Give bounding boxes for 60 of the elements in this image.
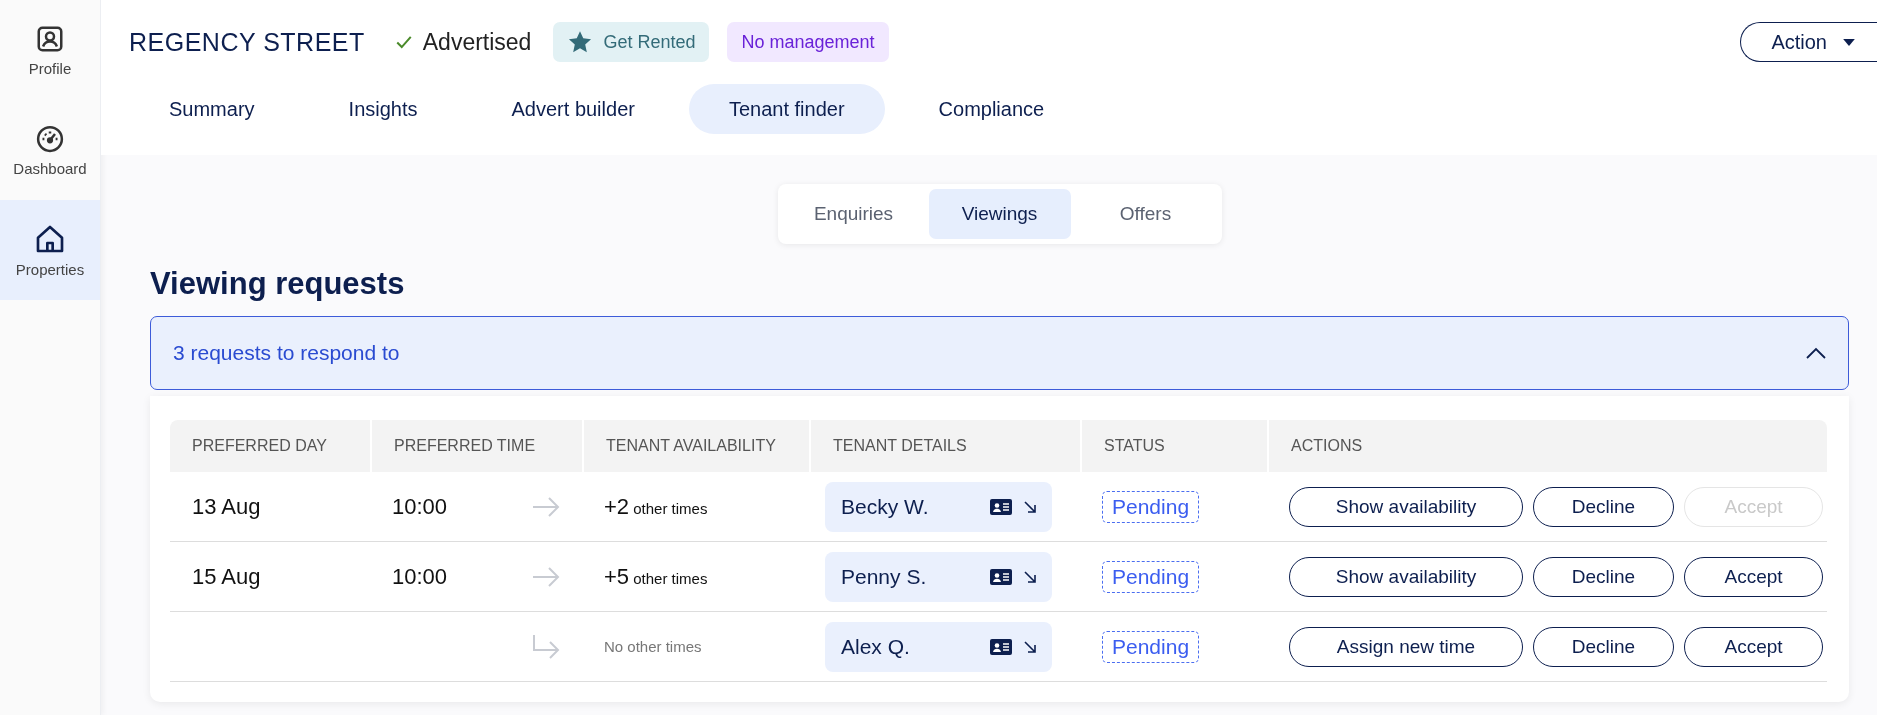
column-header: PREFERRED DAY xyxy=(170,420,370,472)
status-badge: Pending xyxy=(1102,560,1200,593)
availability-text: +5 other times xyxy=(604,563,708,590)
column-header: ACTIONS xyxy=(1267,420,1827,472)
id-card-icon xyxy=(990,568,1012,585)
column-header: TENANT DETAILS xyxy=(809,420,1080,472)
action-button[interactable]: Decline xyxy=(1533,486,1674,527)
tenant-chip[interactable]: Alex Q. xyxy=(825,621,1052,672)
action-button[interactable]: Accept xyxy=(1684,556,1823,597)
badge-label: Get Rented xyxy=(603,31,696,53)
action-button[interactable]: Decline xyxy=(1533,626,1674,667)
availability-text: +2 other times xyxy=(604,493,708,520)
tenant-name: Penny S. xyxy=(841,564,928,589)
id-card-icon xyxy=(990,638,1012,655)
arrow-icon xyxy=(1024,640,1036,653)
time-cell: 10:00 xyxy=(392,563,448,590)
arrow-icon xyxy=(1024,570,1036,583)
sidebar-item[interactable]: Dashboard xyxy=(0,100,100,200)
sidebar-item[interactable]: Profile xyxy=(0,0,100,100)
gauge-icon xyxy=(35,123,65,154)
arrow-icon xyxy=(532,566,560,587)
arrow-icon xyxy=(1024,500,1036,513)
segment-tab[interactable]: Viewings xyxy=(928,189,1071,239)
tab[interactable]: Summary xyxy=(129,84,295,134)
status-badge: Pending xyxy=(1102,490,1200,523)
return-arrow-icon xyxy=(532,634,560,659)
tenant-name: Alex Q. xyxy=(841,634,911,659)
sidebar-item[interactable]: Properties xyxy=(0,200,100,300)
action-button[interactable]: Assign new time xyxy=(1289,626,1523,667)
action-button[interactable]: Accept xyxy=(1684,626,1823,667)
caret-icon xyxy=(1843,38,1855,46)
tab[interactable]: Tenant finder xyxy=(688,84,885,134)
time-cell: 10:00 xyxy=(392,493,448,520)
status-text: Advertised xyxy=(422,28,532,56)
column-header: PREFERRED TIME xyxy=(370,420,582,472)
action-button[interactable]: Show availability xyxy=(1289,556,1523,597)
action-button[interactable]: Action xyxy=(1740,22,1877,62)
section-heading: Viewing requests xyxy=(150,266,406,302)
action-button[interactable]: Show availability xyxy=(1289,486,1523,527)
management-badge: No management xyxy=(727,22,889,62)
tenant-chip[interactable]: Penny S. xyxy=(825,551,1052,602)
tab[interactable]: Insights xyxy=(308,84,458,134)
column-header: TENANT AVAILABILITY xyxy=(582,420,809,472)
accordion-title: 3 requests to respond to xyxy=(173,341,400,365)
availability-text: No other times xyxy=(604,638,702,655)
chevron-icon xyxy=(1806,347,1826,359)
day-cell: 13 Aug xyxy=(192,493,261,520)
status-badge: Pending xyxy=(1102,630,1200,663)
arrow-icon xyxy=(532,496,560,517)
day-cell: 15 Aug xyxy=(192,563,261,590)
id-card-icon xyxy=(990,498,1012,515)
tenant-chip[interactable]: Becky W. xyxy=(825,481,1052,532)
tab[interactable]: Compliance xyxy=(898,84,1085,134)
property-title: REGENCY STREET xyxy=(129,27,365,57)
accordion-header[interactable]: 3 requests to respond to xyxy=(150,316,1849,390)
tab[interactable]: Advert builder xyxy=(471,84,675,134)
column-header: STATUS xyxy=(1080,420,1267,472)
tenant-name: Becky W. xyxy=(841,494,930,519)
star-icon xyxy=(567,29,594,55)
action-button[interactable]: Decline xyxy=(1533,556,1674,597)
